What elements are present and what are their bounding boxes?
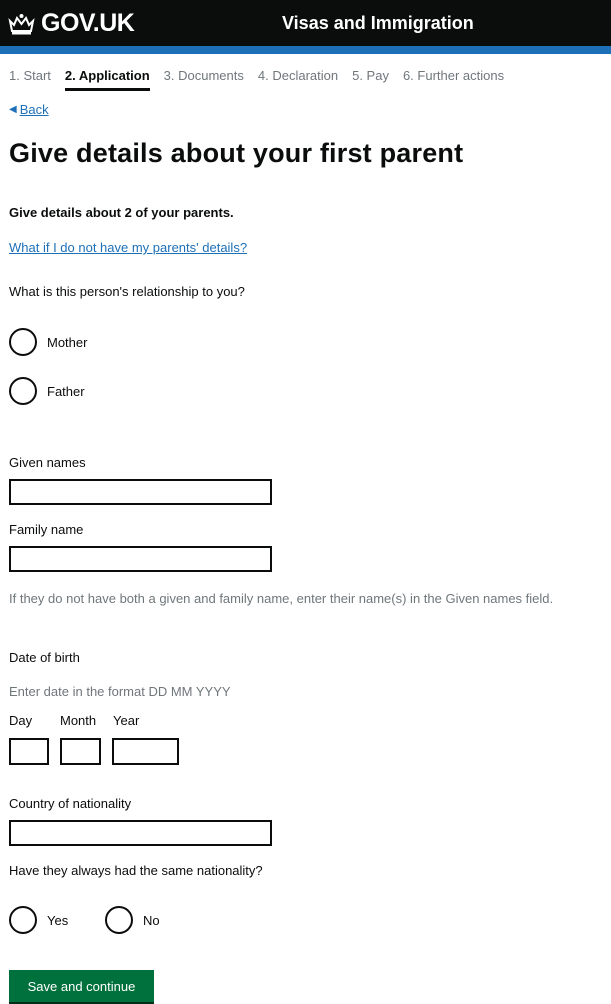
day-input[interactable]: [9, 738, 49, 765]
date-format-hint: Enter date in the format DD MM YYYY: [9, 684, 231, 699]
radio-circle[interactable]: [9, 906, 37, 934]
radio-yes[interactable]: Yes: [9, 906, 68, 934]
radio-circle[interactable]: [9, 328, 37, 356]
progress-steps: 1. Start 2. Application 3. Documents 4. …: [9, 68, 518, 91]
crown-icon: [8, 13, 35, 34]
radio-label: Father: [47, 383, 85, 399]
no-details-link[interactable]: What if I do not have my parents' detail…: [9, 240, 247, 255]
given-names-input[interactable]: [9, 479, 272, 505]
radio-label: No: [143, 912, 160, 928]
relationship-question: What is this person's relationship to yo…: [9, 284, 245, 299]
name-hint: If they do not have both a given and fam…: [9, 591, 554, 606]
save-and-continue-button[interactable]: Save and continue: [9, 970, 154, 1002]
radio-circle[interactable]: [9, 377, 37, 405]
day-label: Day: [9, 713, 33, 728]
family-name-input[interactable]: [9, 546, 272, 572]
site-header: GOV.UK Visas and Immigration: [0, 0, 611, 46]
month-input[interactable]: [60, 738, 101, 765]
step-pay: 5. Pay: [352, 68, 389, 83]
radio-mother[interactable]: Mother: [9, 328, 87, 356]
intro-text: Give details about 2 of your parents.: [9, 205, 234, 220]
radio-label: Yes: [47, 912, 69, 928]
step-documents: 3. Documents: [163, 68, 244, 83]
date-of-birth-label: Date of birth: [9, 650, 80, 665]
year-label: Year: [113, 713, 140, 728]
back-arrow-icon: ◀: [9, 104, 17, 115]
step-start: 1. Start: [9, 68, 51, 83]
radio-circle[interactable]: [105, 906, 133, 934]
service-name[interactable]: Visas and Immigration: [282, 13, 474, 34]
month-label: Month: [60, 713, 97, 728]
step-declaration: 4. Declaration: [257, 68, 339, 83]
header-accent-bar: [0, 46, 611, 54]
back-link[interactable]: ◀ Back: [9, 102, 49, 117]
step-application: 2. Application: [64, 68, 150, 91]
govuk-logo[interactable]: GOV.UK: [8, 9, 135, 38]
same-nationality-question: Have they always had the same nationalit…: [9, 863, 263, 878]
back-link-label: Back: [19, 102, 49, 117]
radio-father[interactable]: Father: [9, 377, 85, 405]
logo-text: GOV.UK: [41, 9, 135, 37]
given-names-label: Given names: [9, 455, 86, 470]
radio-label: Mother: [47, 334, 88, 350]
family-name-label: Family name: [9, 522, 84, 537]
radio-no[interactable]: No: [105, 906, 160, 934]
nationality-input[interactable]: [9, 820, 272, 846]
nationality-label: Country of nationality: [9, 796, 132, 811]
step-further-actions: 6. Further actions: [402, 68, 505, 83]
year-input[interactable]: [112, 738, 179, 765]
page-title: Give details about your first parent: [9, 138, 464, 168]
